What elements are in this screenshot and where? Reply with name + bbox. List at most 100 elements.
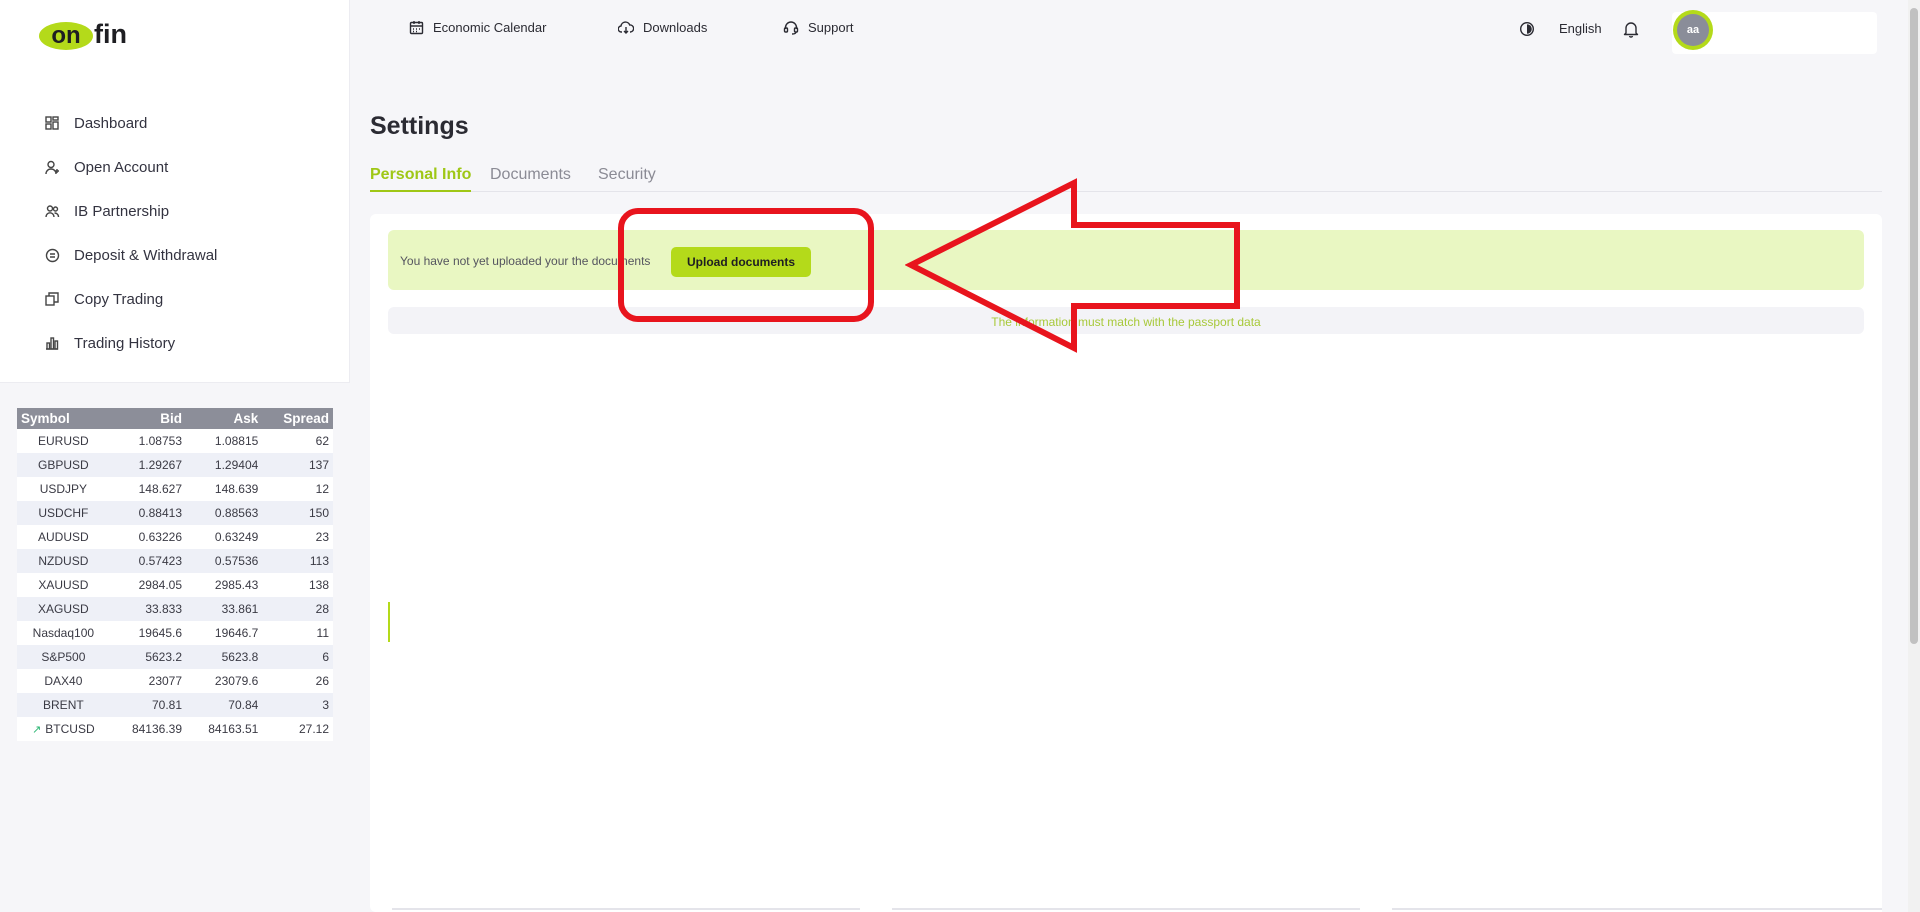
- header-link-label: Support: [808, 19, 854, 35]
- avatar[interactable]: aa: [1673, 10, 1713, 50]
- quote-spread: 12: [262, 477, 333, 501]
- tab-personal-info[interactable]: Personal Info: [370, 166, 472, 192]
- quote-symbol: EURUSD: [17, 429, 110, 453]
- header-link-downloads[interactable]: Downloads: [618, 19, 707, 35]
- sidebar-item-label: Dashboard: [74, 114, 148, 132]
- trend-up-icon: ↗: [32, 724, 42, 736]
- sidebar-item-ib-partnership[interactable]: IB Partnership: [44, 189, 334, 233]
- table-row: ↗ BTCUSD 84136.39 84163.51 27.12: [17, 717, 333, 741]
- bell-icon[interactable]: [1623, 20, 1639, 38]
- quote-symbol: AUDUSD: [17, 525, 110, 549]
- sidebar-nav: Dashboard Open Account IB Partnership De…: [44, 101, 334, 365]
- headset-icon: [783, 19, 799, 35]
- bar-chart-icon: [44, 335, 60, 351]
- page-title: Settings: [370, 112, 469, 140]
- sidebar-item-trading-history[interactable]: Trading History: [44, 321, 334, 365]
- sidebar-item-dashboard[interactable]: Dashboard: [44, 101, 334, 145]
- table-row: Nasdaq100 19645.6 19646.7 11: [17, 621, 333, 645]
- sidebar-item-deposit-withdrawal[interactable]: Deposit & Withdrawal: [44, 233, 334, 277]
- personal-info-form-area: [388, 348, 1882, 912]
- column-header-symbol: Symbol: [17, 408, 110, 429]
- table-row: S&P500 5623.2 5623.8 6: [17, 645, 333, 669]
- quote-bid: 0.88413: [109, 501, 187, 525]
- language-selector[interactable]: English: [1559, 21, 1602, 36]
- quote-spread: 137: [262, 453, 333, 477]
- quote-ask: 33.861: [186, 597, 263, 621]
- onfin-logo[interactable]: on fin: [38, 18, 162, 52]
- theme-toggle-icon[interactable]: [1519, 21, 1535, 37]
- quote-bid: 0.57423: [109, 549, 187, 573]
- table-row: USDJPY 148.627 148.639 12: [17, 477, 333, 501]
- scrollbar-thumb[interactable]: [1910, 8, 1918, 644]
- quote-bid: 23077: [109, 669, 187, 693]
- header-link-support[interactable]: Support: [783, 19, 854, 35]
- quote-bid: 33.833: [109, 597, 187, 621]
- sidebar-item-label: Open Account: [74, 158, 169, 176]
- quote-spread: 6: [262, 645, 333, 669]
- quote-spread: 27.12: [262, 717, 333, 741]
- quote-symbol: BTCUSD: [45, 722, 95, 736]
- quote-symbol: USDCHF: [17, 501, 110, 525]
- annotation-arrow-icon: [905, 178, 1240, 353]
- tab-documents[interactable]: Documents: [490, 166, 571, 192]
- annotation-highlight-box: [618, 208, 874, 322]
- quote-symbol: BRENT: [17, 693, 110, 717]
- sidebar-item-copy-trading[interactable]: Copy Trading: [44, 277, 334, 321]
- page-scrollbar[interactable]: [1908, 0, 1920, 912]
- header-link-economic-calendar[interactable]: Economic Calendar: [408, 19, 546, 35]
- quote-bid: 1.08753: [109, 429, 187, 453]
- table-row: BRENT 70.81 70.84 3: [17, 693, 333, 717]
- quote-symbol: XAUUSD: [17, 573, 110, 597]
- quote-symbol: Nasdaq100: [17, 621, 110, 645]
- table-row: DAX40 23077 23079.6 26: [17, 669, 333, 693]
- column-header-ask: Ask: [186, 408, 263, 429]
- table-row: NZDUSD 0.57423 0.57536 113: [17, 549, 333, 573]
- quote-ask: 19646.7: [186, 621, 263, 645]
- quote-ask: 23079.6: [186, 669, 263, 693]
- logo-text-right: fin: [94, 19, 127, 49]
- quote-bid: 0.63226: [109, 525, 187, 549]
- notice-text: You have not yet uploaded your the docum…: [400, 254, 651, 268]
- quote-ask: 5623.8: [186, 645, 263, 669]
- column-header-spread: Spread: [262, 408, 333, 429]
- table-row: XAUUSD 2984.05 2985.43 138: [17, 573, 333, 597]
- quote-bid: 1.29267: [109, 453, 187, 477]
- top-header: Economic Calendar Downloads Support Engl…: [350, 0, 1910, 58]
- table-row: EURUSD 1.08753 1.08815 62: [17, 429, 333, 453]
- quote-symbol: NZDUSD: [17, 549, 110, 573]
- quote-ask: 1.08815: [186, 429, 263, 453]
- quote-bid: 70.81: [109, 693, 187, 717]
- quote-symbol: S&P500: [17, 645, 110, 669]
- table-row: GBPUSD 1.29267 1.29404 137: [17, 453, 333, 477]
- quote-spread: 26: [262, 669, 333, 693]
- quote-ask: 70.84: [186, 693, 263, 717]
- download-icon: [618, 19, 634, 35]
- quote-symbol: XAGUSD: [17, 597, 110, 621]
- column-header-bid: Bid: [109, 408, 187, 429]
- table-row: XAGUSD 33.833 33.861 28: [17, 597, 333, 621]
- tab-security[interactable]: Security: [598, 166, 656, 192]
- sidebar-item-open-account[interactable]: Open Account: [44, 145, 334, 189]
- quote-bid: 148.627: [109, 477, 187, 501]
- sidebar-item-label: Deposit & Withdrawal: [74, 246, 218, 264]
- sidebar-item-label: Copy Trading: [74, 290, 164, 308]
- quotes-header-row: Symbol Bid Ask Spread: [17, 408, 333, 429]
- quote-symbol: USDJPY: [17, 477, 110, 501]
- field-focus-accent: [388, 602, 390, 642]
- quote-ask: 148.639: [186, 477, 263, 501]
- quote-spread: 62: [262, 429, 333, 453]
- quote-ask: 0.57536: [186, 549, 263, 573]
- quote-ask: 1.29404: [186, 453, 263, 477]
- table-row: AUDUSD 0.63226 0.63249 23: [17, 525, 333, 549]
- quote-bid: 19645.6: [109, 621, 187, 645]
- avatar-initials: aa: [1677, 14, 1709, 46]
- calendar-icon: [408, 19, 424, 35]
- quotes-table: Symbol Bid Ask Spread EURUSD 1.08753 1.0…: [17, 408, 333, 741]
- quote-ask: 0.63249: [186, 525, 263, 549]
- quote-ask: 0.88563: [186, 501, 263, 525]
- logo-text-left: on: [51, 22, 80, 49]
- quote-ask: 84163.51: [186, 717, 263, 741]
- quote-spread: 28: [262, 597, 333, 621]
- quote-spread: 138: [262, 573, 333, 597]
- quote-bid: 2984.05: [109, 573, 187, 597]
